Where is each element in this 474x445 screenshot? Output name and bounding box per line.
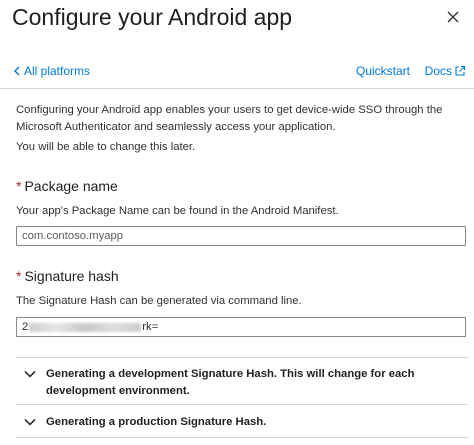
close-button[interactable] [442, 6, 464, 28]
accordion-divider [16, 404, 468, 405]
signature-hash-hint: The Signature Hash can be generated via … [16, 295, 302, 307]
dev-signature-hash-accordion[interactable]: Generating a development Signature Hash.… [16, 366, 464, 400]
package-name-input[interactable] [16, 226, 466, 246]
change-later-note: You will be able to change this later. [16, 141, 196, 153]
all-platforms-label: All platforms [24, 64, 91, 78]
prod-signature-hash-accordion[interactable]: Generating a production Signature Hash. [16, 414, 464, 432]
redacted-segment [29, 322, 142, 332]
signature-hash-label-text: Signature hash [24, 268, 119, 284]
nav-row: All platforms Quickstart Docs [14, 64, 466, 82]
page-title: Configure your Android app [12, 4, 293, 30]
docs-label: Docs [424, 64, 452, 78]
docs-link[interactable]: Docs [425, 64, 466, 78]
required-marker: * [16, 268, 22, 284]
chevron-down-icon[interactable] [24, 370, 36, 378]
accordion-divider [16, 437, 468, 438]
signature-hash-prefix: 2 [22, 321, 29, 333]
quickstart-link[interactable]: Quickstart [356, 64, 410, 78]
close-icon[interactable] [447, 11, 459, 23]
signature-hash-suffix: rk= [142, 321, 159, 333]
accordion-label: Generating a production Signature Hash. [46, 416, 267, 428]
signature-hash-input[interactable]: 2 rk= [16, 317, 466, 337]
signature-hash-label: * Signature hash [16, 268, 119, 284]
accordion-label: Generating a development Signature Hash.… [46, 368, 415, 397]
all-platforms-link[interactable]: All platforms [14, 64, 90, 78]
header-divider [0, 88, 474, 89]
description-text: Configuring your Android app enables you… [16, 104, 443, 133]
required-marker: * [16, 178, 22, 194]
external-link-icon [455, 65, 466, 76]
package-name-hint: Your app's Package Name can be found in … [16, 205, 339, 217]
chevron-down-icon[interactable] [24, 418, 36, 426]
chevron-left-icon [14, 66, 20, 76]
package-name-label: * Package name [16, 178, 118, 194]
package-name-label-text: Package name [24, 178, 118, 194]
accordion-divider [16, 357, 468, 358]
